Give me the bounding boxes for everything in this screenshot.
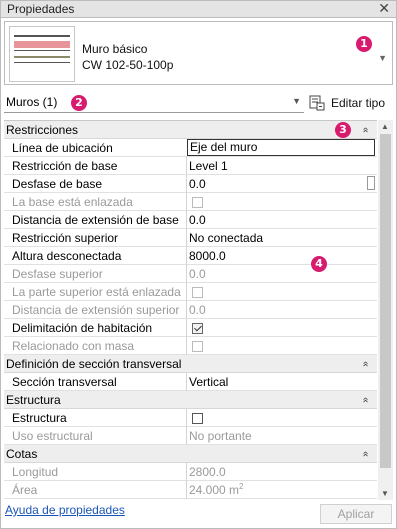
edit-type-button[interactable]: Editar tipo bbox=[309, 92, 393, 114]
prop-row: Área 24.000 m2 bbox=[4, 481, 377, 499]
callout-badge-4: 4 bbox=[311, 256, 327, 272]
scroll-up-icon[interactable]: ▲ bbox=[381, 122, 389, 131]
scroll-down-icon[interactable]: ▼ bbox=[381, 489, 389, 498]
element-filter-dropdown[interactable]: Muros (1) ▼ bbox=[4, 93, 304, 113]
type-type: CW 102-50-100p bbox=[82, 58, 174, 72]
structural-checkbox[interactable] bbox=[192, 413, 203, 424]
prop-row[interactable]: Restricción de base Level 1 bbox=[4, 157, 377, 175]
section-seccion-transversal[interactable]: Definición de sección transversal » bbox=[4, 355, 377, 373]
collapse-icon[interactable]: » bbox=[357, 451, 375, 457]
area-value: 24.000 m bbox=[189, 483, 240, 497]
prop-row[interactable]: Distancia de extensión de base 0.0 bbox=[4, 211, 377, 229]
prop-row: Relacionado con masa bbox=[4, 337, 377, 355]
edit-type-icon bbox=[309, 95, 325, 111]
collapse-icon[interactable]: » bbox=[357, 127, 375, 133]
wall-type-preview-image bbox=[9, 26, 75, 82]
section-estructura[interactable]: Estructura » bbox=[4, 391, 377, 409]
prop-row: Longitud 2800.0 bbox=[4, 463, 377, 481]
properties-grid: Restricciones » Línea de ubicación Eje d… bbox=[4, 120, 377, 500]
vertical-scrollbar[interactable]: ▲ ▼ bbox=[378, 120, 393, 500]
prop-row[interactable]: Restricción superior No conectada bbox=[4, 229, 377, 247]
properties-help-link[interactable]: Ayuda de propiedades bbox=[5, 503, 125, 517]
prop-row: Distancia de extensión superior 0.0 bbox=[4, 301, 377, 319]
callout-badge-3: 3 bbox=[335, 122, 351, 138]
top-attached-checkbox bbox=[192, 287, 203, 298]
location-line-input[interactable]: Eje del muro bbox=[187, 139, 375, 156]
prop-row: La base está enlazada bbox=[4, 193, 377, 211]
prop-row[interactable]: Desfase de base 0.0 bbox=[4, 175, 377, 193]
prop-row: La parte superior está enlazada bbox=[4, 283, 377, 301]
scrollbar-thumb[interactable] bbox=[380, 134, 391, 468]
section-restricciones[interactable]: Restricciones » bbox=[4, 121, 377, 139]
callout-badge-2: 2 bbox=[71, 95, 87, 111]
callout-badge-1: 1 bbox=[356, 36, 372, 52]
type-selector[interactable]: Muro básico CW 102-50-100p ▼ bbox=[4, 21, 393, 85]
prop-row[interactable]: Estructura bbox=[4, 409, 377, 427]
apply-button[interactable]: Aplicar bbox=[320, 504, 392, 524]
room-bounding-checkbox[interactable] bbox=[192, 323, 203, 334]
collapse-icon[interactable]: » bbox=[357, 361, 375, 367]
prop-row[interactable]: Línea de ubicación Eje del muro bbox=[4, 139, 377, 157]
prop-row[interactable]: Delimitación de habitación bbox=[4, 319, 377, 337]
title-bar: Propiedades ✕ bbox=[0, 0, 397, 18]
filter-value: Muros (1) bbox=[6, 95, 58, 109]
area-unit-superscript: 2 bbox=[239, 482, 244, 491]
type-family: Muro básico bbox=[82, 42, 148, 56]
related-to-mass-checkbox bbox=[192, 341, 203, 352]
prop-row: Uso estructural No portante bbox=[4, 427, 377, 445]
section-cotas[interactable]: Cotas » bbox=[4, 445, 377, 463]
close-icon[interactable]: ✕ bbox=[378, 0, 390, 17]
prop-row[interactable]: Sección transversal Vertical bbox=[4, 373, 377, 391]
chevron-down-icon[interactable]: ▼ bbox=[292, 96, 301, 106]
type-name: Muro básico CW 102-50-100p bbox=[82, 41, 173, 73]
window-title: Propiedades bbox=[7, 2, 75, 16]
collapse-icon[interactable]: » bbox=[357, 397, 375, 403]
edit-type-label: Editar tipo bbox=[331, 96, 386, 110]
chevron-down-icon[interactable]: ▼ bbox=[378, 53, 387, 63]
base-attached-checkbox bbox=[192, 197, 203, 208]
inner-scroll-indicator bbox=[367, 176, 375, 190]
